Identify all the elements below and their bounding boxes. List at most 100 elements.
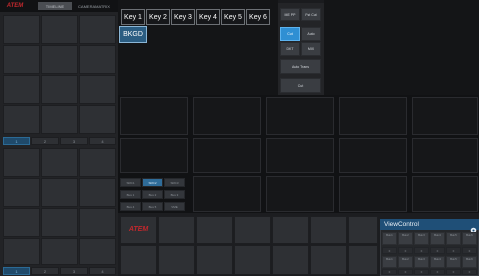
view-control-bus-6[interactable]: Bus 6 (462, 232, 477, 245)
view-control-bus-2[interactable]: Bus 2 (398, 232, 413, 245)
view-control-mode-b[interactable]: ≡ (382, 269, 397, 275)
multiview-cell[interactable] (412, 176, 478, 212)
page-tab-bottom-3[interactable]: 3 (60, 267, 88, 275)
bus4-button[interactable]: Bus 4 (120, 202, 141, 211)
view-control-mode-b[interactable]: ≡ (462, 269, 477, 275)
preset-cell[interactable] (3, 178, 40, 207)
bottom-tile[interactable] (234, 245, 271, 275)
view-control-bus-3[interactable]: Bus 3 (414, 232, 429, 245)
view-control-mode-b[interactable]: ≡ (414, 269, 429, 275)
preset-cell[interactable] (79, 15, 116, 44)
preset-cell[interactable] (3, 45, 40, 74)
page-tab-2[interactable]: 2 (31, 137, 59, 145)
bus1-button[interactable]: Bus 1 (120, 190, 141, 199)
bottom-tile[interactable] (272, 216, 309, 244)
preset-cell[interactable] (3, 15, 40, 44)
preset-cell[interactable] (41, 178, 78, 207)
bottom-tile[interactable] (310, 216, 347, 244)
page-tab-3[interactable]: 3 (60, 137, 88, 145)
mix-button[interactable]: MIX (301, 42, 321, 56)
view-control-mode[interactable]: ≡ (398, 247, 413, 254)
view-control-mode[interactable]: ≡ (414, 247, 429, 254)
view-control-mode[interactable]: ≡ (382, 247, 397, 254)
multiview-cell[interactable] (412, 97, 478, 135)
bottom-tile[interactable] (272, 245, 309, 275)
bus5-button[interactable]: Bus 5 (142, 202, 163, 211)
view-control-mode[interactable]: ≡ (446, 247, 461, 254)
view-control-bus-5[interactable]: Bus 5 (446, 232, 461, 245)
multiview-cell[interactable] (266, 97, 334, 135)
view-control-bus-2-b[interactable]: Bus 2 (398, 256, 413, 268)
view-control-mode[interactable]: ≡ (430, 247, 445, 254)
page-tab-1[interactable]: 1 (3, 137, 30, 145)
preset-cell[interactable] (3, 208, 40, 237)
key-2-button[interactable]: Key 2 (146, 9, 170, 25)
key-5-button[interactable]: Key 5 (221, 9, 245, 25)
preset-cell[interactable] (41, 15, 78, 44)
auto-button[interactable]: Auto (301, 27, 321, 41)
view-control-mode-b[interactable]: ≡ (398, 269, 413, 275)
key-3-button[interactable]: Key 3 (171, 9, 195, 25)
view-control-bus-5-b[interactable]: Bus 5 (446, 256, 461, 268)
view-control-mode[interactable]: ≡ (462, 247, 477, 254)
bus3-button[interactable]: Bus 3 (164, 190, 185, 199)
view-control-bus-1-b[interactable]: Bus 1 (382, 256, 397, 268)
multiview-cell[interactable] (193, 97, 261, 135)
preset-cell[interactable] (3, 75, 40, 104)
dkt-button[interactable]: DKT (280, 42, 300, 56)
src1-button[interactable]: SRC1 (120, 178, 141, 187)
preset-cell[interactable] (41, 105, 78, 134)
bkgd-button[interactable]: BKGD (119, 26, 147, 43)
multiview-cell[interactable] (339, 138, 407, 173)
me-pp-button[interactable]: ME PP (280, 8, 300, 21)
bottom-tile[interactable] (348, 216, 378, 244)
tab-camera-matrix[interactable]: CAMERAMATRIX (76, 2, 112, 10)
cut-button[interactable]: Cut (280, 27, 300, 41)
preset-cell[interactable] (79, 178, 116, 207)
multiview-cell[interactable] (412, 138, 478, 173)
preset-cell[interactable] (79, 105, 116, 134)
tab-timeline[interactable]: TIMELINE (38, 2, 72, 10)
view-control-mode-b[interactable]: ≡ (430, 269, 445, 275)
multiview-cell[interactable] (339, 176, 407, 212)
multiview-cell[interactable] (120, 138, 188, 173)
bottom-tile[interactable] (158, 216, 195, 244)
preset-cell[interactable] (41, 148, 78, 177)
settings-icon[interactable] (470, 221, 477, 234)
preset-cell[interactable] (41, 45, 78, 74)
bus2-button[interactable]: Bus 2 (142, 190, 163, 199)
multiview-cell[interactable] (120, 97, 188, 135)
view-control-bus-4[interactable]: Bus 4 (430, 232, 445, 245)
view-control-bus-4-b[interactable]: Bus 4 (430, 256, 445, 268)
preset-cell[interactable] (41, 75, 78, 104)
bottom-tile[interactable] (234, 216, 271, 244)
multiview-cell[interactable] (266, 138, 334, 173)
bottom-tile[interactable] (196, 216, 233, 244)
preset-cell[interactable] (79, 208, 116, 237)
multiview-cell[interactable] (339, 97, 407, 135)
src3-button[interactable]: SRC3 (164, 178, 185, 187)
vme-button[interactable]: VME (164, 202, 185, 211)
key-1-button[interactable]: Key 1 (121, 9, 145, 25)
preset-cell[interactable] (79, 75, 116, 104)
cut2-button[interactable]: Cut (280, 78, 321, 93)
page-tab-bottom-2[interactable]: 2 (31, 267, 59, 275)
page-tab-bottom-1[interactable]: 1 (3, 267, 30, 275)
src2-button[interactable]: SRC2 (142, 178, 163, 187)
preset-cell[interactable] (79, 238, 116, 265)
multiview-cell[interactable] (193, 138, 261, 173)
view-control-mode-b[interactable]: ≡ (446, 269, 461, 275)
view-control-bus-1[interactable]: Bus 1 (382, 232, 397, 245)
view-control-bus-6-b[interactable]: Bus 6 (462, 256, 477, 268)
view-control-bus-3-b[interactable]: Bus 3 (414, 256, 429, 268)
preset-cell[interactable] (3, 105, 40, 134)
preset-cell[interactable] (3, 148, 40, 177)
preset-cell[interactable] (41, 208, 78, 237)
fst-cut-button[interactable]: Fst Cut (301, 8, 321, 21)
multiview-cell[interactable] (193, 176, 261, 212)
auto-trans-button[interactable]: Auto Trans (280, 59, 321, 74)
preset-cell[interactable] (79, 148, 116, 177)
multiview-cell[interactable] (266, 176, 334, 212)
preset-cell[interactable] (3, 238, 40, 265)
bottom-tile[interactable] (158, 245, 195, 275)
